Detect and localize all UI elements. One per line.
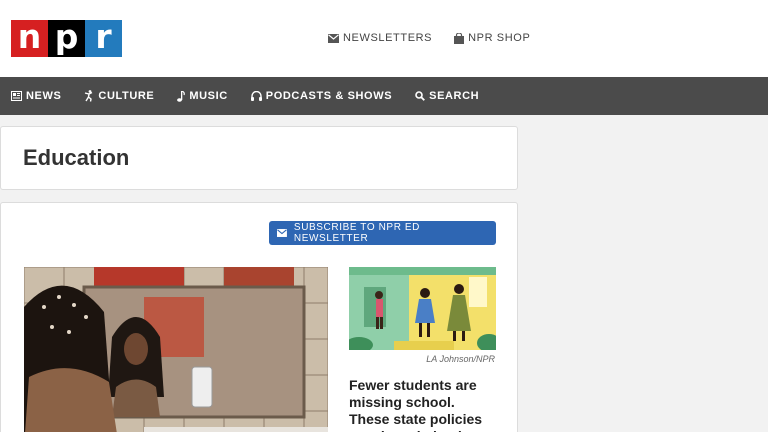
lead-story-photo <box>24 267 328 432</box>
dancer-icon <box>85 90 93 102</box>
nav-item-music[interactable]: MUSIC <box>177 90 227 102</box>
story-thumbnail[interactable] <box>349 267 496 350</box>
education-section: SUBSCRIBE TO NPR ED NEWSLETTER LA Johnso… <box>0 202 518 432</box>
top-header: n p r NEWSLETTERS NPR SHOP <box>0 0 768 77</box>
nav-item-culture[interactable]: CULTURE <box>84 90 154 102</box>
nav-item-culture-label: CULTURE <box>98 90 155 102</box>
newsletters-label: NEWSLETTERS <box>343 32 433 44</box>
lead-story-image[interactable] <box>24 267 328 432</box>
nav-item-podcasts[interactable]: PODCASTS & SHOWS <box>250 90 393 102</box>
music-note-icon <box>177 90 186 102</box>
logo-letter-p: p <box>48 20 85 57</box>
nav-item-music-label: MUSIC <box>189 90 228 102</box>
nav-item-podcasts-label: PODCASTS & SHOWS <box>265 90 393 102</box>
main-nav: NEWS CULTURE MUSIC PODCASTS & SHOWS SEAR… <box>0 77 768 115</box>
page-title: Education <box>23 145 130 170</box>
story-headline-link[interactable]: Fewer students are missing school. These… <box>349 377 499 432</box>
search-icon <box>415 91 426 101</box>
npr-shop-link[interactable]: NPR SHOP <box>454 32 530 44</box>
headphones-icon <box>250 91 262 101</box>
envelope-icon <box>277 229 287 237</box>
nav-item-search[interactable]: SEARCH <box>415 90 479 102</box>
subscribe-label: SUBSCRIBE TO NPR ED NEWSLETTER <box>293 222 420 244</box>
story-illustration <box>349 267 496 350</box>
logo-letter-r: r <box>85 20 122 57</box>
nav-item-search-label: SEARCH <box>429 90 480 102</box>
nav-item-news[interactable]: NEWS <box>11 90 61 102</box>
npr-logo[interactable]: n p r <box>11 20 122 57</box>
subscribe-button[interactable]: SUBSCRIBE TO NPR ED NEWSLETTER <box>269 221 496 245</box>
shopping-bag-icon <box>454 32 465 44</box>
image-credit: LA Johnson/NPR <box>426 354 495 364</box>
envelope-icon <box>328 33 339 43</box>
newsletters-link[interactable]: NEWSLETTERS <box>328 32 432 44</box>
logo-letter-n: n <box>11 20 48 57</box>
npr-shop-label: NPR SHOP <box>468 32 531 44</box>
header-links: NEWSLETTERS NPR SHOP <box>328 32 530 44</box>
page-title-card: Education <box>0 126 518 190</box>
nav-item-news-label: NEWS <box>26 90 62 102</box>
newspaper-icon <box>11 91 22 101</box>
